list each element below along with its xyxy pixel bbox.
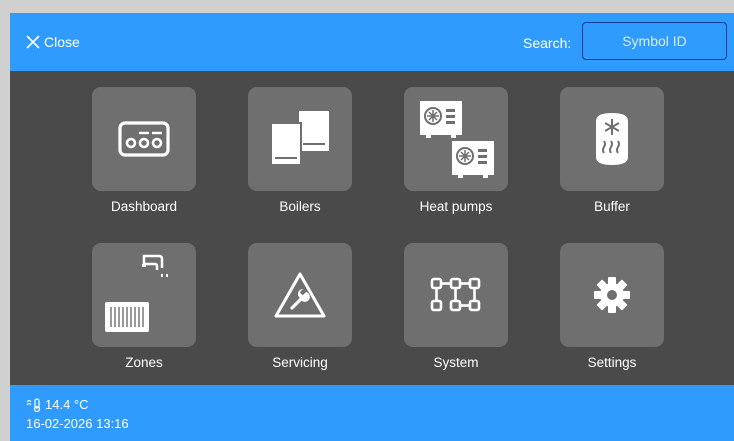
settings-icon: [594, 277, 630, 313]
search-label: Search:: [523, 35, 572, 51]
tile-zones[interactable]: Zones: [82, 227, 206, 370]
dashboard-icon: [118, 121, 170, 157]
tile-boilers-box: [248, 87, 352, 191]
tile-dashboard[interactable]: Dashboard: [82, 71, 206, 214]
tile-servicing-box: [248, 243, 352, 347]
tile-system-box: [404, 243, 508, 347]
menu-grid: Dashboard Boilers Heat pumps Buffer Zone…: [10, 71, 734, 385]
tile-settings[interactable]: Settings: [550, 227, 674, 370]
tile-system-label: System: [433, 355, 479, 370]
tile-heat-pumps-label: Heat pumps: [419, 199, 493, 214]
tile-heat-pumps[interactable]: Heat pumps: [394, 71, 518, 214]
buffer-icon: [596, 113, 628, 165]
heat-pumps-icon: [420, 101, 494, 178]
tile-zones-box: [92, 243, 196, 347]
temperature-value: 14.4 °C: [45, 397, 89, 412]
tile-boilers-label: Boilers: [279, 199, 321, 214]
close-icon: [26, 35, 40, 49]
close-button[interactable]: Close: [26, 34, 80, 50]
boilers-icon: [270, 111, 329, 166]
zones-icon: [105, 254, 168, 332]
thermometer-icon: [26, 397, 41, 412]
top-bar: Close Search:: [10, 13, 734, 71]
tile-buffer-box: [560, 87, 664, 191]
system-icon: [430, 277, 481, 312]
tile-servicing[interactable]: Servicing: [238, 227, 362, 370]
servicing-icon: [274, 272, 326, 318]
tile-heat-pumps-box: [404, 87, 508, 191]
tile-system[interactable]: System: [394, 227, 518, 370]
datetime: 16-02-2026 13:16: [26, 416, 129, 431]
tile-boilers[interactable]: Boilers: [238, 71, 362, 214]
close-label: Close: [44, 34, 80, 50]
tile-zones-label: Zones: [125, 355, 163, 370]
app-window: Close Search: Dashboard: [10, 13, 734, 441]
tile-settings-box: [560, 243, 664, 347]
search-input[interactable]: [582, 22, 727, 60]
tile-servicing-label: Servicing: [272, 355, 328, 370]
tile-settings-label: Settings: [587, 355, 637, 370]
temperature-readout: 14.4 °C: [26, 397, 89, 412]
tile-dashboard-label: Dashboard: [110, 199, 178, 214]
tile-dashboard-box: [92, 87, 196, 191]
status-bar: 14.4 °C 16-02-2026 13:16: [10, 385, 734, 441]
tile-buffer-label: Buffer: [594, 199, 630, 214]
tile-buffer[interactable]: Buffer: [550, 71, 674, 214]
